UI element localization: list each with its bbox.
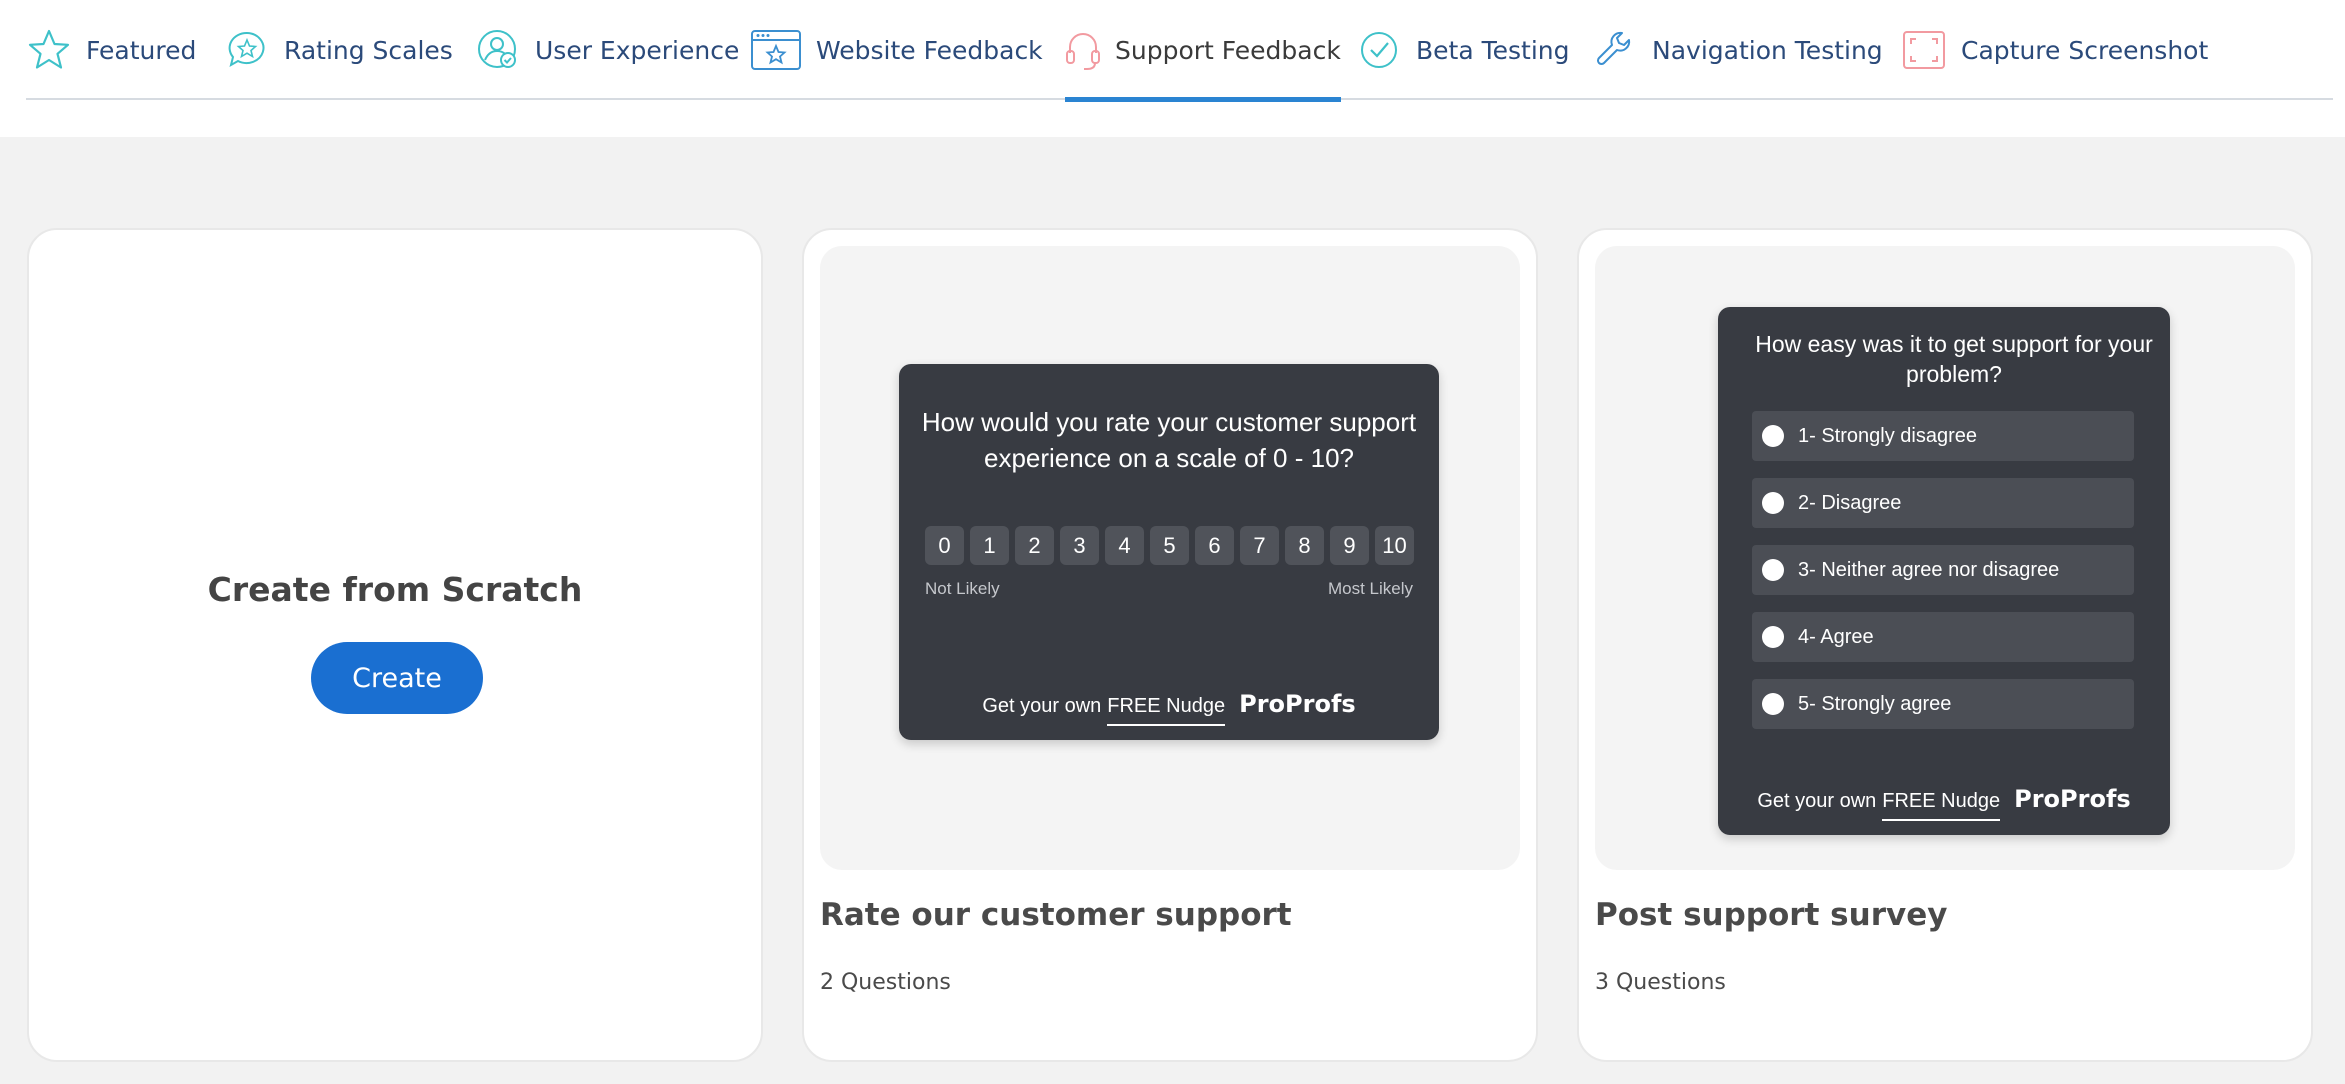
tab-label: Support Feedback — [1115, 35, 1341, 65]
template-card-post-support[interactable]: How easy was it to get support for your … — [1577, 228, 2313, 1062]
question-count: 2 Questions — [820, 970, 951, 995]
tab-navigation-testing[interactable]: Navigation Testing — [1592, 0, 1883, 100]
scale-option: 2 — [1015, 526, 1054, 565]
tab-label: User Experience — [535, 35, 740, 65]
scale-option: 3 — [1060, 526, 1099, 565]
radio-icon — [1762, 425, 1784, 447]
create-from-scratch-card[interactable]: Create from Scratch Create — [27, 228, 763, 1062]
scale-option: 4 — [1105, 526, 1144, 565]
scale-option: 5 — [1150, 526, 1189, 565]
tab-label: Navigation Testing — [1652, 35, 1883, 65]
user-check-icon — [475, 27, 521, 73]
question-count: 3 Questions — [1595, 970, 1726, 995]
tab-list: Featured Rating Scales User Experience W… — [26, 0, 2333, 102]
option-label: 5- Strongly agree — [1798, 692, 1952, 715]
widget-question: How would you rate your customer support… — [921, 407, 1417, 473]
option-label: 2- Disagree — [1798, 491, 1902, 514]
tab-label: Website Feedback — [816, 35, 1043, 65]
scale-option: 1 — [970, 526, 1009, 565]
template-card-rate-support[interactable]: How would you rate your customer support… — [802, 228, 1538, 1062]
option-label: 4- Agree — [1798, 625, 1874, 648]
radio-icon — [1762, 492, 1784, 514]
tab-label: Featured — [86, 35, 197, 65]
tab-featured[interactable]: Featured — [26, 0, 196, 100]
tab-rating-scales[interactable]: Rating Scales — [224, 0, 453, 100]
tab-label: Beta Testing — [1416, 35, 1570, 65]
radio-icon — [1762, 693, 1784, 715]
tab-support-feedback[interactable]: Support Feedback — [1065, 0, 1341, 102]
browser-star-icon — [750, 27, 802, 73]
option-label: 3- Neither agree nor disagree — [1798, 558, 2060, 581]
scale-option: 7 — [1240, 526, 1279, 565]
tab-user-experience[interactable]: User Experience — [475, 0, 739, 100]
scale-option: 0 — [925, 526, 964, 565]
proprofs-logo: ProProfs — [2014, 785, 2131, 813]
tab-website-feedback[interactable]: Website Feedback — [750, 0, 1043, 100]
survey-option: 2- Disagree — [1752, 478, 2134, 528]
option-label: 1- Strongly disagree — [1798, 424, 1977, 447]
widget-footer: Get your own FREE Nudge ProProfs — [899, 690, 1439, 726]
screenshot-frame-icon — [1901, 27, 1947, 73]
widget-question: How easy was it to get support for your … — [1755, 331, 2153, 387]
tab-capture-screenshot[interactable]: Capture Screenshot — [1901, 0, 2208, 100]
create-button[interactable]: Create — [311, 642, 483, 714]
footer-text: Get your own — [982, 695, 1102, 717]
scale-option: 6 — [1195, 526, 1234, 565]
tab-beta-testing[interactable]: Beta Testing — [1356, 0, 1570, 100]
tab-bar: Featured Rating Scales User Experience W… — [0, 0, 2345, 137]
scale-label-high: Most Likely — [1327, 579, 1413, 598]
template-title: Post support survey — [1595, 897, 1948, 933]
footer-text: Get your own — [1757, 790, 1877, 812]
survey-widget-preview: How would you rate your customer support… — [899, 364, 1439, 740]
headset-icon — [1065, 27, 1101, 73]
scale-option: 10 — [1375, 526, 1414, 565]
template-title: Rate our customer support — [820, 897, 1292, 933]
tab-label: Capture Screenshot — [1961, 35, 2209, 65]
proprofs-logo: ProProfs — [1239, 690, 1356, 718]
scale-option: 8 — [1285, 526, 1324, 565]
widget-footer: Get your own FREE Nudge ProProfs — [1718, 785, 2170, 821]
survey-widget-preview: How easy was it to get support for your … — [1718, 307, 2170, 835]
rating-scale: 0 1 2 3 4 5 6 7 8 9 10 — [925, 526, 1414, 565]
free-nudge-link: FREE Nudge — [1107, 695, 1226, 726]
survey-option: 5- Strongly agree — [1752, 679, 2134, 729]
tab-label: Rating Scales — [284, 35, 453, 65]
free-nudge-link: FREE Nudge — [1882, 790, 2001, 821]
template-preview: How easy was it to get support for your … — [1595, 246, 2295, 870]
wrench-icon — [1592, 27, 1638, 73]
survey-option: 3- Neither agree nor disagree — [1752, 545, 2134, 595]
survey-option: 4- Agree — [1752, 612, 2134, 662]
survey-option: 1- Strongly disagree — [1752, 411, 2134, 461]
star-icon — [26, 27, 72, 73]
scale-option: 9 — [1330, 526, 1369, 565]
scratch-title: Create from Scratch — [207, 570, 583, 609]
radio-icon — [1762, 626, 1784, 648]
check-circle-icon — [1356, 27, 1402, 73]
template-preview: How would you rate your customer support… — [820, 246, 1520, 870]
radio-icon — [1762, 559, 1784, 581]
scale-label-low: Not Likely — [925, 579, 1000, 598]
rating-bubble-icon — [224, 27, 270, 73]
